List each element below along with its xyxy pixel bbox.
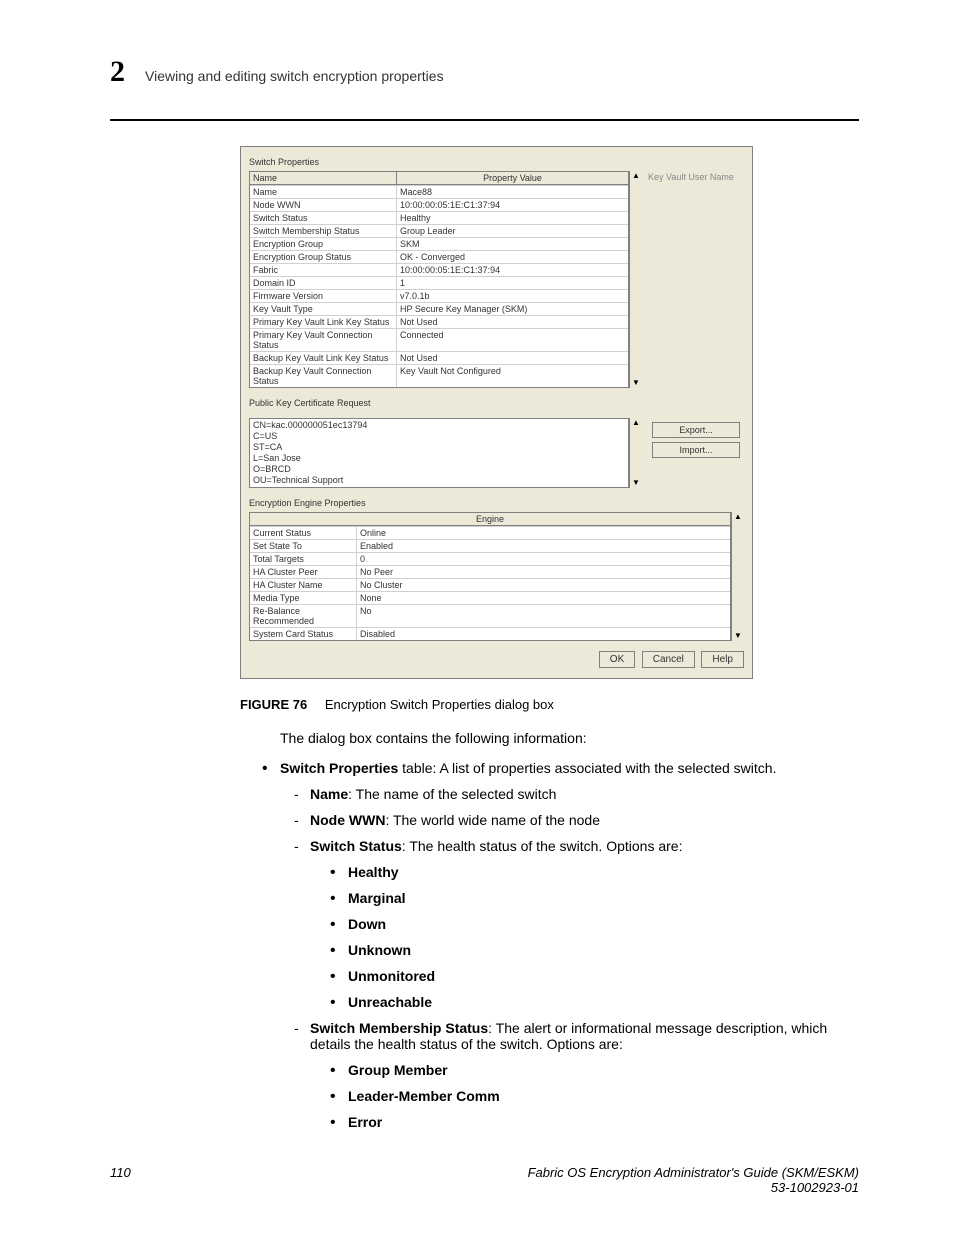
cert-text-area[interactable]: CN=kac.000000051ec13794 C=US ST=CA L=San… <box>250 419 628 487</box>
list-item: Error <box>348 1114 859 1130</box>
chapter-title: Viewing and editing switch encryption pr… <box>145 68 444 84</box>
list-item: Switch Properties table: A list of prope… <box>280 760 859 1130</box>
list-item: Switch Status: The health status of the … <box>310 838 859 1010</box>
table-row[interactable]: Node WWN10:00:00:05:1E:C1:37:94 <box>250 198 628 211</box>
list-item: Name: The name of the selected switch <box>310 786 859 802</box>
scrollbar[interactable]: ▲ ▼ <box>629 418 642 488</box>
help-button[interactable]: Help <box>701 651 744 668</box>
table-row[interactable]: Total Targets0 <box>250 552 730 565</box>
column-name-header[interactable]: Name <box>250 172 397 184</box>
scroll-down-icon[interactable]: ▼ <box>630 478 642 488</box>
table-row[interactable]: Backup Key Vault Connection StatusKey Va… <box>250 364 628 387</box>
list-item: Group Member <box>348 1062 859 1078</box>
export-button[interactable]: Export... <box>652 422 740 438</box>
engine-column-header[interactable]: Engine <box>250 513 730 526</box>
page-number: 110 <box>110 1165 131 1195</box>
scroll-up-icon[interactable]: ▲ <box>630 418 642 428</box>
table-row[interactable]: Current StatusOnline <box>250 526 730 539</box>
scrollbar[interactable]: ▲ ▼ <box>731 512 744 641</box>
table-row[interactable]: HA Cluster NameNo Cluster <box>250 578 730 591</box>
chapter-number: 2 <box>110 55 125 89</box>
doc-number: 53-1002923-01 <box>771 1180 859 1195</box>
list-item: Node WWN: The world wide name of the nod… <box>310 812 859 828</box>
figure-caption: Encryption Switch Properties dialog box <box>325 697 554 712</box>
scroll-down-icon[interactable]: ▼ <box>630 378 642 388</box>
table-row[interactable]: Fabric10:00:00:05:1E:C1:37:94 <box>250 263 628 276</box>
table-row[interactable]: Backup Key Vault Link Key StatusNot Used <box>250 351 628 364</box>
scrollbar[interactable]: ▲ ▼ <box>629 171 642 388</box>
list-item: Unknown <box>348 942 859 958</box>
list-item: Healthy <box>348 864 859 880</box>
doc-title: Fabric OS Encryption Administrator's Gui… <box>528 1165 859 1180</box>
list-item: Leader-Member Comm <box>348 1088 859 1104</box>
table-row[interactable]: Re-Balance RecommendedNo <box>250 604 730 627</box>
encryption-switch-properties-dialog: Switch Properties Name Property Value Na… <box>240 146 753 679</box>
table-row[interactable]: Firmware Versionv7.0.1b <box>250 289 628 302</box>
figure-label: FIGURE 76 <box>240 697 307 712</box>
table-row[interactable]: Encryption GroupSKM <box>250 237 628 250</box>
table-row[interactable]: Media TypeNone <box>250 591 730 604</box>
cancel-button[interactable]: Cancel <box>642 651 695 668</box>
list-item: Unreachable <box>348 994 859 1010</box>
table-row[interactable]: Primary Key Vault Link Key StatusNot Use… <box>250 315 628 328</box>
table-row[interactable]: Switch StatusHealthy <box>250 211 628 224</box>
header-rule <box>110 119 859 121</box>
ok-button[interactable]: OK <box>599 651 635 668</box>
column-value-header[interactable]: Property Value <box>397 172 628 184</box>
table-row[interactable]: Key Vault TypeHP Secure Key Manager (SKM… <box>250 302 628 315</box>
table-row[interactable]: System Card StatusDisabled <box>250 627 730 640</box>
intro-paragraph: The dialog box contains the following in… <box>280 730 859 746</box>
table-row[interactable]: Switch Membership StatusGroup Leader <box>250 224 628 237</box>
table-row[interactable]: Domain ID1 <box>250 276 628 289</box>
table-row[interactable]: HA Cluster PeerNo Peer <box>250 565 730 578</box>
ee-properties-label: Encryption Engine Properties <box>249 498 744 508</box>
table-row[interactable]: Set State ToEnabled <box>250 539 730 552</box>
import-button[interactable]: Import... <box>652 442 740 458</box>
scroll-up-icon[interactable]: ▲ <box>630 171 642 181</box>
scroll-down-icon[interactable]: ▼ <box>732 631 744 641</box>
list-item: Unmonitored <box>348 968 859 984</box>
table-row[interactable]: Primary Key Vault Connection StatusConne… <box>250 328 628 351</box>
switch-properties-label: Switch Properties <box>249 157 744 167</box>
table-row[interactable]: NameMace88 <box>250 185 628 198</box>
key-vault-user-name-column: Key Vault User Name <box>642 171 744 388</box>
list-item: Marginal <box>348 890 859 906</box>
table-row[interactable]: Encryption Group StatusOK - Converged <box>250 250 628 263</box>
list-item: Switch Membership Status: The alert or i… <box>310 1020 859 1130</box>
scroll-up-icon[interactable]: ▲ <box>732 512 744 522</box>
cert-request-label: Public Key Certificate Request <box>249 398 744 408</box>
list-item: Down <box>348 916 859 932</box>
